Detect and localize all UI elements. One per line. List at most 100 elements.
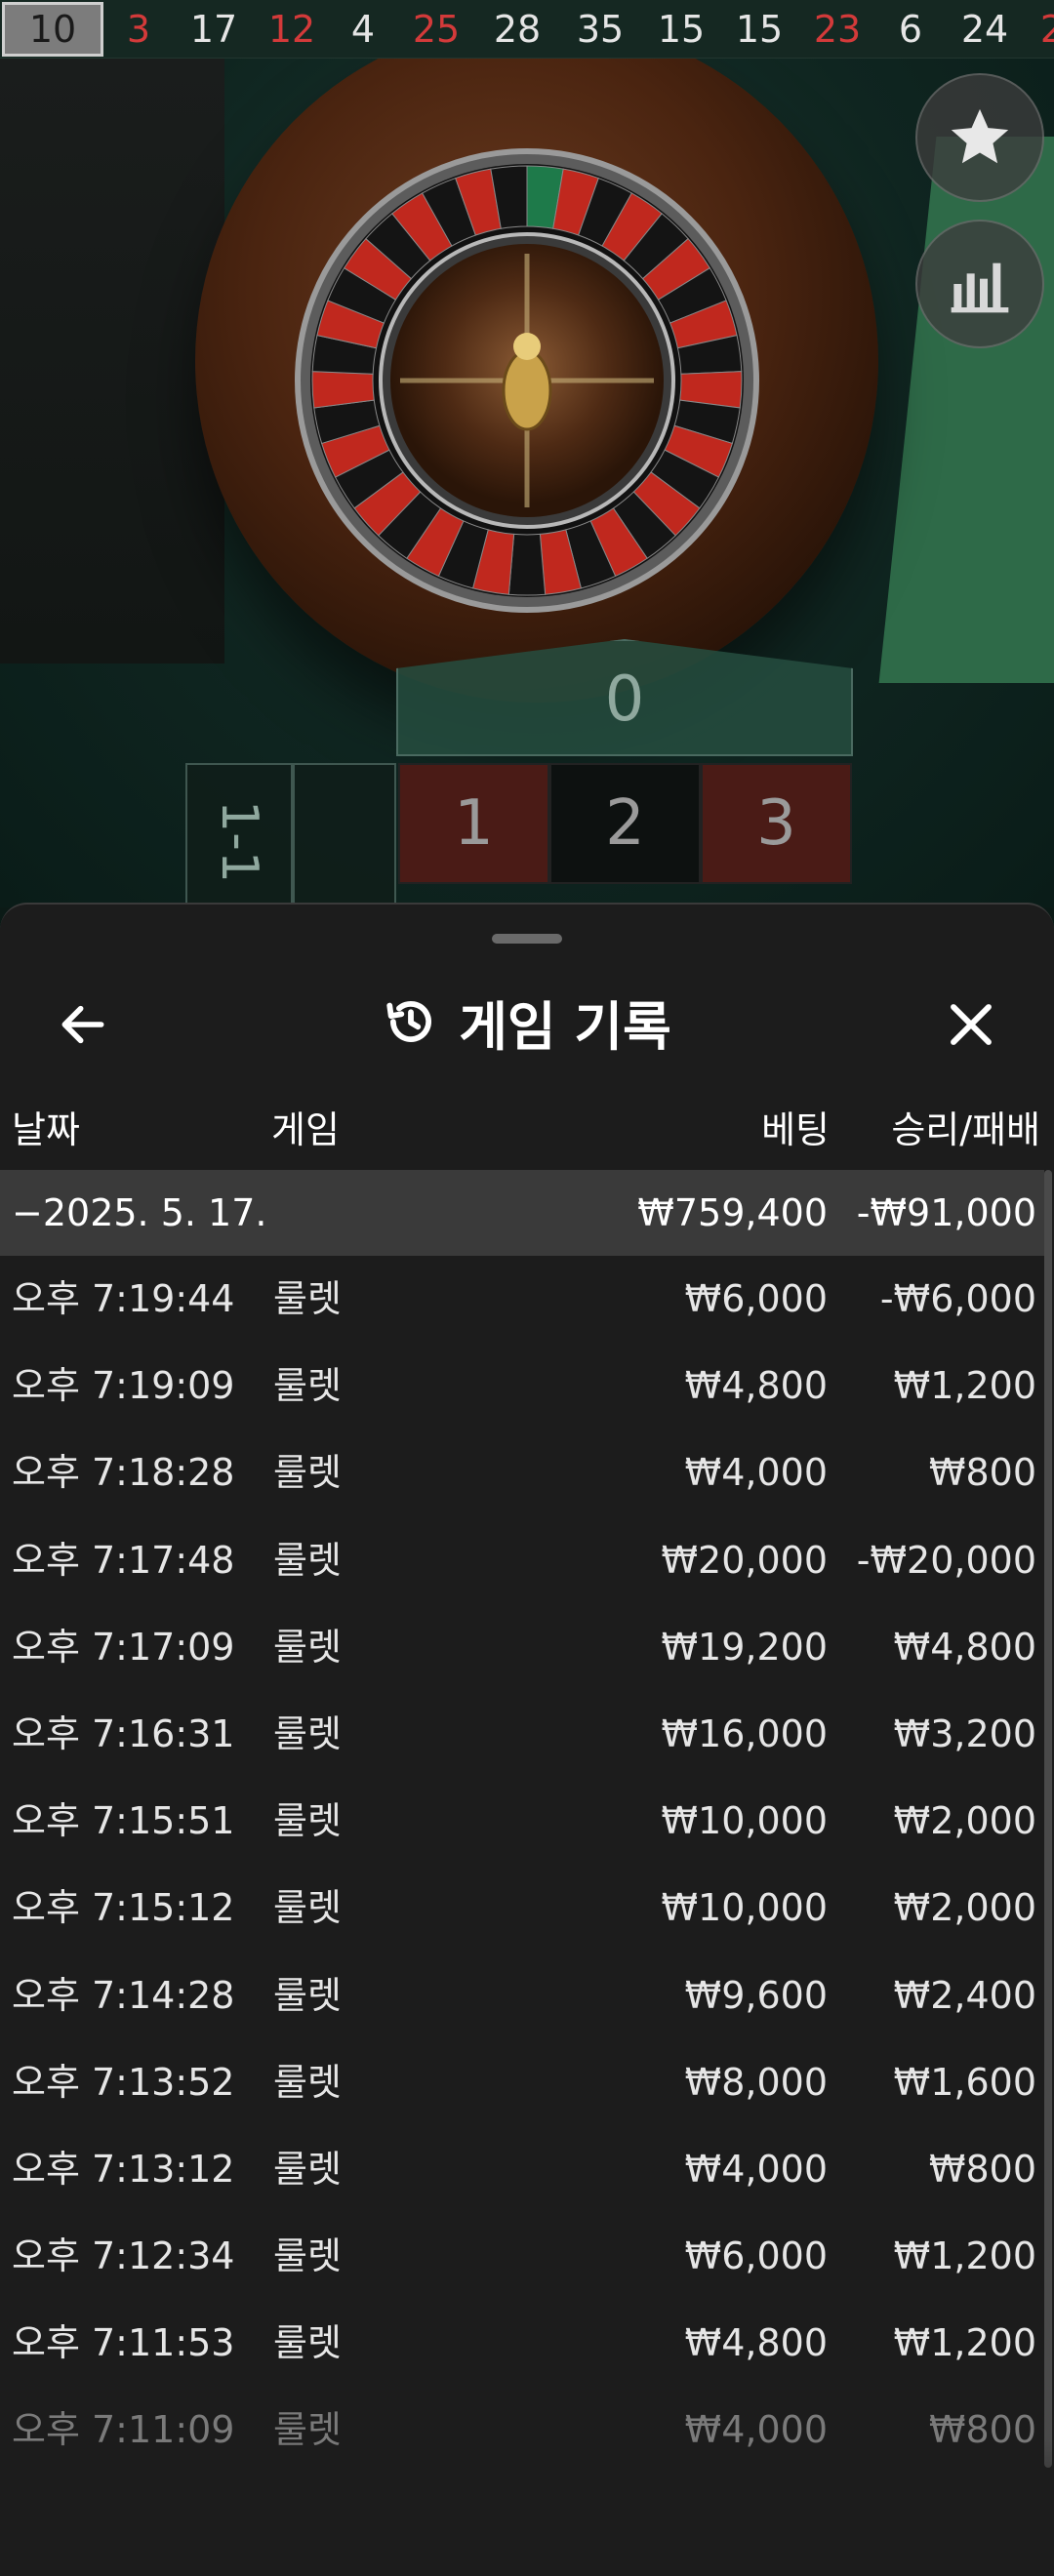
row-game: 룰렛 bbox=[273, 1886, 342, 1930]
bet-spot-3[interactable]: 3 bbox=[701, 763, 852, 884]
row-time: 오후 7:19:09 bbox=[12, 1364, 235, 1408]
table-row[interactable]: 오후 7:15:12 룰렛 ₩10,000 ₩2,000 bbox=[0, 1865, 1044, 1952]
table-row[interactable]: 오후 7:15:51 룰렛 ₩10,000 ₩2,000 bbox=[0, 1778, 1044, 1865]
row-bet: ₩4,000 bbox=[684, 1451, 828, 1495]
row-bet: ₩19,200 bbox=[661, 1625, 828, 1669]
statistics-button[interactable] bbox=[915, 220, 1044, 348]
bet-spot-1[interactable]: 1 bbox=[398, 763, 549, 884]
favorite-button[interactable] bbox=[915, 73, 1044, 202]
bet-spot-dozen[interactable] bbox=[293, 763, 396, 907]
column-header-game: 게임 bbox=[271, 1108, 340, 1151]
result-number: 23 bbox=[813, 7, 862, 51]
latest-result: 10 bbox=[2, 1, 103, 57]
row-bet: ₩4,800 bbox=[684, 2321, 828, 2365]
table-row[interactable]: 오후 7:18:28 룰렛 ₩4,000 ₩800 bbox=[0, 1429, 1044, 1516]
row-game: 룰렛 bbox=[273, 2321, 342, 2365]
table-row[interactable]: 오후 7:11:53 룰렛 ₩4,800 ₩1,200 bbox=[0, 2300, 1044, 2387]
row-result: ₩2,400 bbox=[893, 1973, 1036, 2017]
row-game: 룰렛 bbox=[273, 1538, 342, 1582]
scrollbar[interactable] bbox=[1044, 1170, 1052, 2468]
wheel-pocket bbox=[507, 533, 547, 596]
result-number: 15 bbox=[735, 7, 784, 51]
summary-bet: ₩759,400 bbox=[637, 1191, 828, 1234]
date-summary-row[interactable]: −2025. 5. 17. ₩759,400 -₩91,000 bbox=[0, 1170, 1044, 1256]
row-time: 오후 7:13:12 bbox=[12, 2147, 235, 2191]
row-time: 오후 7:17:48 bbox=[12, 1538, 235, 1582]
row-result: ₩2,000 bbox=[893, 1886, 1036, 1930]
table-row[interactable]: 오후 7:12:34 룰렛 ₩6,000 ₩1,200 bbox=[0, 2213, 1044, 2300]
row-game: 룰렛 bbox=[273, 2147, 342, 2191]
table-row[interactable]: 오후 7:16:31 룰렛 ₩16,000 ₩3,200 bbox=[0, 1691, 1044, 1778]
left-panel bbox=[0, 59, 224, 664]
row-result: ₩800 bbox=[928, 2147, 1036, 2191]
result-number: 15 bbox=[657, 7, 706, 51]
table-row[interactable]: 오후 7:13:12 룰렛 ₩4,000 ₩800 bbox=[0, 2126, 1044, 2213]
bet-spot-2[interactable]: 2 bbox=[549, 763, 701, 884]
roulette-wheel bbox=[295, 148, 759, 613]
row-result: ₩3,200 bbox=[893, 1711, 1036, 1755]
star-icon bbox=[951, 108, 1009, 164]
row-time: 오후 7:18:28 bbox=[12, 1451, 235, 1495]
row-result: ₩2,000 bbox=[893, 1799, 1036, 1843]
table-row[interactable]: 오후 7:19:09 룰렛 ₩4,800 ₩1,200 bbox=[0, 1343, 1044, 1429]
table-row[interactable]: 오후 7:17:48 룰렛 ₩20,000 -₩20,000 bbox=[0, 1517, 1044, 1604]
column-header-bet: 베팅 bbox=[761, 1108, 830, 1151]
table-row[interactable]: 오후 7:14:28 룰렛 ₩9,600 ₩2,400 bbox=[0, 1952, 1044, 2039]
row-result: -₩20,000 bbox=[856, 1538, 1036, 1582]
row-time: 오후 7:16:31 bbox=[12, 1711, 235, 1755]
history-list: 오후 7:19:44 룰렛 ₩6,000 -₩6,000 오후 7:19:09 룰렛 ₩4… bbox=[0, 1256, 1044, 2475]
row-bet: ₩8,000 bbox=[684, 2060, 828, 2104]
result-number: 24 bbox=[960, 7, 1009, 51]
row-time: 오후 7:14:28 bbox=[12, 1973, 235, 2017]
result-number: 28 bbox=[493, 7, 542, 51]
row-game: 룰렛 bbox=[273, 2234, 342, 2278]
row-bet: ₩10,000 bbox=[661, 1886, 828, 1930]
summary-result: -₩91,000 bbox=[856, 1191, 1036, 1234]
row-time: 오후 7:15:51 bbox=[12, 1799, 235, 1843]
row-game: 룰렛 bbox=[273, 2060, 342, 2104]
row-result: ₩1,200 bbox=[893, 1364, 1036, 1408]
row-time: 오후 7:13:52 bbox=[12, 2060, 235, 2104]
row-game: 룰렛 bbox=[273, 1973, 342, 2017]
table-row[interactable]: 오후 7:17:09 룰렛 ₩19,200 ₩4,800 bbox=[0, 1604, 1044, 1691]
recent-results-bar: 10 3 17 12 4 25 28 35 15 15 23 6 24 23 bbox=[0, 0, 1054, 59]
close-button[interactable] bbox=[937, 990, 1005, 1059]
row-game: 룰렛 bbox=[273, 1625, 342, 1669]
result-number: 4 bbox=[350, 7, 376, 51]
row-bet: ₩10,000 bbox=[661, 1799, 828, 1843]
row-game: 룰렛 bbox=[273, 1364, 342, 1408]
row-bet: ₩16,000 bbox=[661, 1711, 828, 1755]
table-row[interactable]: 오후 7:13:52 룰렛 ₩8,000 ₩1,600 bbox=[0, 2039, 1044, 2126]
result-number: 25 bbox=[412, 7, 461, 51]
list-fade-overlay bbox=[0, 2439, 1054, 2576]
column-header-date: 날짜 bbox=[12, 1108, 80, 1151]
row-result: -₩6,000 bbox=[879, 1277, 1036, 1320]
result-number: 6 bbox=[898, 7, 923, 51]
result-number: 12 bbox=[267, 7, 316, 51]
summary-date: −2025. 5. 17. bbox=[12, 1191, 267, 1234]
row-game: 룰렛 bbox=[273, 1711, 342, 1755]
close-icon bbox=[951, 1004, 992, 1045]
bet-spot-zero-label: 0 bbox=[604, 664, 645, 736]
row-bet: ₩6,000 bbox=[684, 1277, 828, 1320]
back-button[interactable] bbox=[49, 990, 117, 1059]
result-number: 35 bbox=[576, 7, 625, 51]
betting-felt bbox=[878, 137, 1054, 683]
sheet-header: 게임 기록 bbox=[0, 963, 1054, 1080]
statistics-bars-icon bbox=[951, 262, 1009, 313]
bet-spot-range[interactable]: 1-1 bbox=[185, 763, 293, 907]
row-time: 오후 7:15:12 bbox=[12, 1886, 235, 1930]
table-row[interactable]: 오후 7:19:44 룰렛 ₩6,000 -₩6,000 bbox=[0, 1256, 1044, 1343]
row-result: ₩800 bbox=[928, 1451, 1036, 1495]
row-result: ₩1,600 bbox=[893, 2060, 1036, 2104]
row-time: 오후 7:11:53 bbox=[12, 2321, 235, 2365]
history-icon bbox=[386, 1000, 432, 1042]
row-time: 오후 7:19:44 bbox=[12, 1277, 235, 1320]
result-number: 3 bbox=[126, 7, 151, 51]
row-game: 룰렛 bbox=[273, 1277, 342, 1320]
sheet-drag-handle[interactable] bbox=[492, 934, 562, 944]
result-number: 17 bbox=[189, 7, 238, 51]
row-bet: ₩9,600 bbox=[684, 1973, 828, 2017]
sheet-title: 게임 기록 bbox=[459, 995, 671, 1058]
row-game: 룰렛 bbox=[273, 1451, 342, 1495]
